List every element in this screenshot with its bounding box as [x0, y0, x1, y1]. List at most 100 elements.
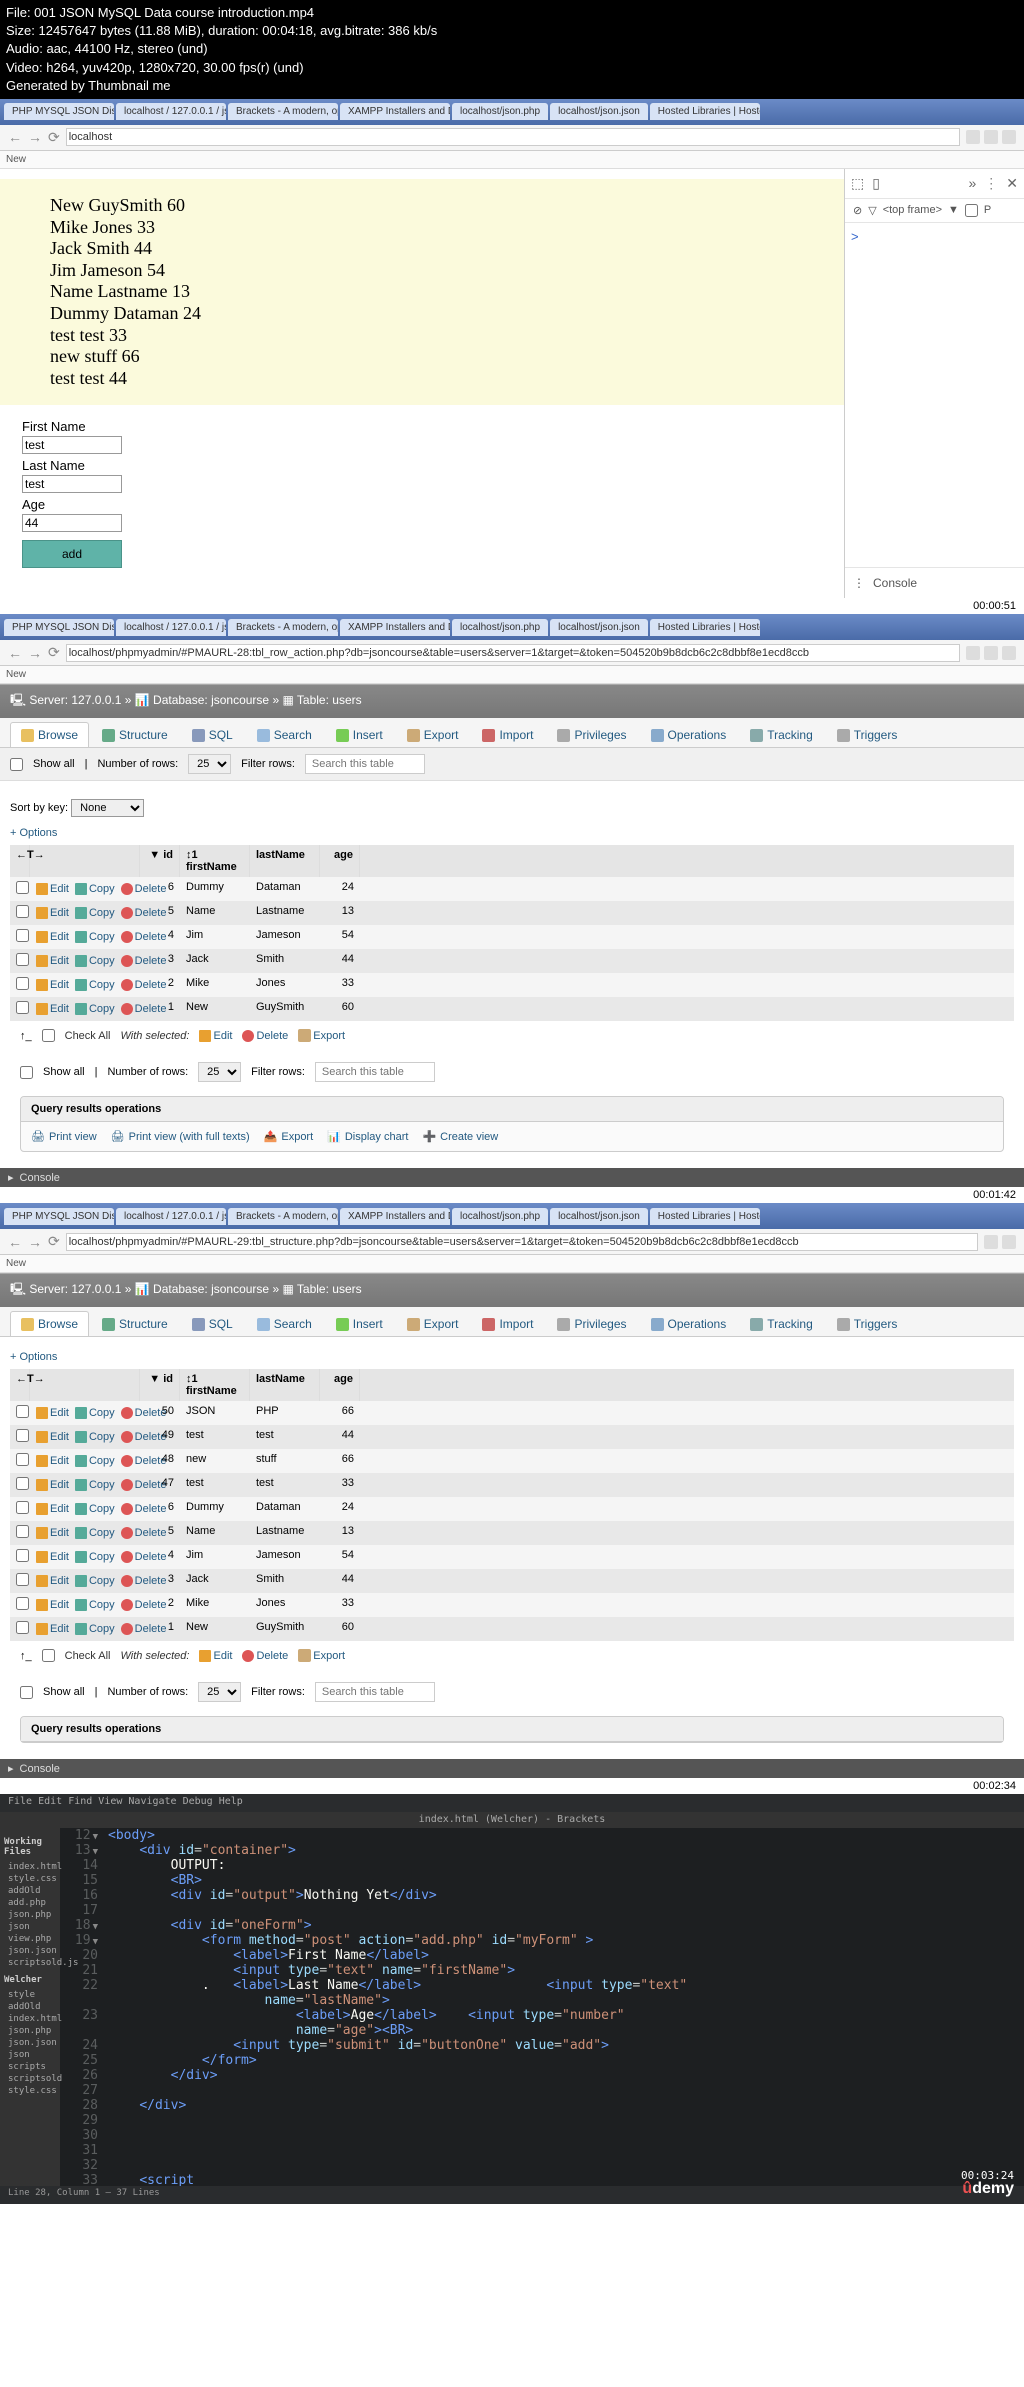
browser-tab[interactable]: PHP MYSQL JSON Discover — [4, 103, 114, 120]
browser-tab[interactable]: Hosted Libraries | Hosted — [650, 1208, 760, 1225]
code-line[interactable]: 30 — [60, 2128, 1024, 2143]
file-item[interactable]: style — [4, 1989, 56, 2001]
file-item[interactable]: style.css — [4, 1873, 56, 1885]
brackets-menubar[interactable]: File Edit Find View Navigate Debug Help — [0, 1794, 1024, 1812]
edit-selected[interactable]: Edit — [199, 1030, 232, 1042]
row-checkbox[interactable] — [16, 905, 29, 918]
tab-operations[interactable]: Operations — [640, 1311, 738, 1336]
close-icon[interactable]: ✕ — [1006, 175, 1018, 192]
code-line[interactable]: 23 <label>Age</label> <input type="numbe… — [60, 2008, 1024, 2038]
copy-row[interactable]: Copy — [75, 1455, 115, 1467]
browser-tab[interactable]: Brackets - A modern, open — [228, 619, 338, 636]
ext-icon[interactable] — [984, 646, 998, 660]
row-checkbox[interactable] — [16, 1001, 29, 1014]
pma-console[interactable]: Console — [20, 1172, 60, 1184]
browser-tab[interactable]: localhost / 127.0.0.1 / json — [116, 619, 226, 636]
filter-rows-input[interactable] — [315, 1062, 435, 1082]
age-input[interactable] — [22, 514, 122, 532]
create-view[interactable]: ➕ Create view — [422, 1130, 498, 1143]
copy-row[interactable]: Copy — [75, 1623, 115, 1635]
browser-tab[interactable]: localhost/json.php — [452, 619, 548, 636]
edit-row[interactable]: Edit — [36, 1503, 69, 1515]
tab-sql[interactable]: SQL — [181, 1311, 244, 1336]
row-checkbox[interactable] — [16, 881, 29, 894]
tab-export[interactable]: Export — [396, 722, 470, 747]
bc-table[interactable]: Table: users — [297, 693, 362, 707]
tab-search[interactable]: Search — [246, 1311, 323, 1336]
file-item[interactable]: json.php — [4, 2025, 56, 2037]
code-line[interactable]: 12<body> — [60, 1828, 1024, 1843]
tab-privileges[interactable]: Privileges — [546, 1311, 637, 1336]
chevron-down-icon[interactable]: ▼ — [149, 849, 160, 861]
row-checkbox[interactable] — [16, 1405, 29, 1418]
back-button[interactable]: ← — [8, 1234, 22, 1250]
code-editor[interactable]: 12<body>13 <div id="container">14 OUTPUT… — [60, 1794, 1024, 2204]
edit-row[interactable]: Edit — [36, 1431, 69, 1443]
file-item[interactable]: json — [4, 1921, 56, 1933]
tab-insert[interactable]: Insert — [325, 1311, 394, 1336]
url-field[interactable]: localhost — [66, 128, 960, 146]
console-prompt[interactable]: > — [851, 229, 859, 244]
bc-database[interactable]: Database: jsoncourse — [153, 693, 269, 707]
code-line[interactable]: 27 — [60, 2083, 1024, 2098]
chevron-down-icon[interactable]: ▼ — [948, 204, 959, 216]
copy-row[interactable]: Copy — [75, 883, 115, 895]
inspect-icon[interactable]: ⬚ — [851, 175, 864, 192]
browser-tab[interactable]: XAMPP Installers and Down — [340, 1208, 450, 1225]
ext-icon[interactable] — [966, 646, 980, 660]
options-link[interactable]: + Options — [10, 827, 1014, 839]
copy-row[interactable]: Copy — [75, 1503, 115, 1515]
export-link[interactable]: 📤 Export — [264, 1130, 314, 1143]
browser-tab[interactable]: localhost/json.json — [550, 103, 648, 120]
row-checkbox[interactable] — [16, 1597, 29, 1610]
file-item[interactable]: addOld — [4, 1885, 56, 1897]
edit-row[interactable]: Edit — [36, 955, 69, 967]
reload-button[interactable]: ⟳ — [48, 129, 60, 146]
browser-tab[interactable]: Hosted Libraries | Hosted — [650, 103, 760, 120]
tab-browse[interactable]: Browse — [10, 1311, 89, 1336]
show-all-checkbox[interactable] — [20, 1066, 33, 1079]
ext-icon[interactable] — [984, 130, 998, 144]
tab-privileges[interactable]: Privileges — [546, 722, 637, 747]
file-item[interactable]: scriptsold — [4, 2073, 56, 2085]
row-checkbox[interactable] — [16, 1453, 29, 1466]
file-item[interactable]: index.html — [4, 1861, 56, 1873]
row-checkbox[interactable] — [16, 1525, 29, 1538]
clear-icon[interactable]: ⊘ — [853, 204, 862, 217]
code-line[interactable]: 19 <form method="post" action="add.php" … — [60, 1933, 1024, 1948]
row-checkbox[interactable] — [16, 1573, 29, 1586]
row-checkbox[interactable] — [16, 1429, 29, 1442]
code-line[interactable]: 17 — [60, 1903, 1024, 1918]
browser-tab[interactable]: Hosted Libraries | Hosted — [650, 619, 760, 636]
file-item[interactable]: addOld — [4, 2001, 56, 2013]
copy-row[interactable]: Copy — [75, 1003, 115, 1015]
check-all-checkbox[interactable] — [42, 1029, 55, 1042]
num-rows-select[interactable]: 25 — [198, 1062, 241, 1082]
print-view-full[interactable]: 🖨 Print view (with full texts) — [111, 1130, 250, 1143]
code-line[interactable]: 31 — [60, 2143, 1024, 2158]
device-icon[interactable]: ▯ — [872, 175, 880, 192]
browser-tab[interactable]: PHP MYSQL JSON Discover — [4, 619, 114, 636]
menu-icon[interactable] — [1002, 1235, 1016, 1249]
tab-structure[interactable]: Structure — [91, 722, 179, 747]
show-all-checkbox[interactable] — [10, 758, 23, 771]
url-field[interactable]: localhost/phpmyadmin/#PMAURL-29:tbl_stru… — [66, 1233, 978, 1251]
back-button[interactable]: ← — [8, 645, 22, 661]
code-line[interactable]: 18 <div id="oneForm"> — [60, 1918, 1024, 1933]
edit-row[interactable]: Edit — [36, 1623, 69, 1635]
add-button[interactable]: add — [22, 540, 122, 568]
file-item[interactable]: scripts — [4, 2061, 56, 2073]
sort-select[interactable]: None — [71, 799, 144, 817]
export-selected[interactable]: Export — [298, 1029, 345, 1042]
menu-icon[interactable] — [1002, 646, 1016, 660]
ext-icon[interactable] — [984, 1235, 998, 1249]
copy-row[interactable]: Copy — [75, 979, 115, 991]
code-line[interactable]: 16 <div id="output">Nothing Yet</div> — [60, 1888, 1024, 1903]
display-chart[interactable]: 📊 Display chart — [327, 1130, 408, 1143]
tab-import[interactable]: Import — [471, 1311, 544, 1336]
edit-row[interactable]: Edit — [36, 1003, 69, 1015]
file-item[interactable]: index.html — [4, 2013, 56, 2025]
browser-tab[interactable]: XAMPP Installers and Down — [340, 103, 450, 120]
tab-import[interactable]: Import — [471, 722, 544, 747]
row-checkbox[interactable] — [16, 1501, 29, 1514]
